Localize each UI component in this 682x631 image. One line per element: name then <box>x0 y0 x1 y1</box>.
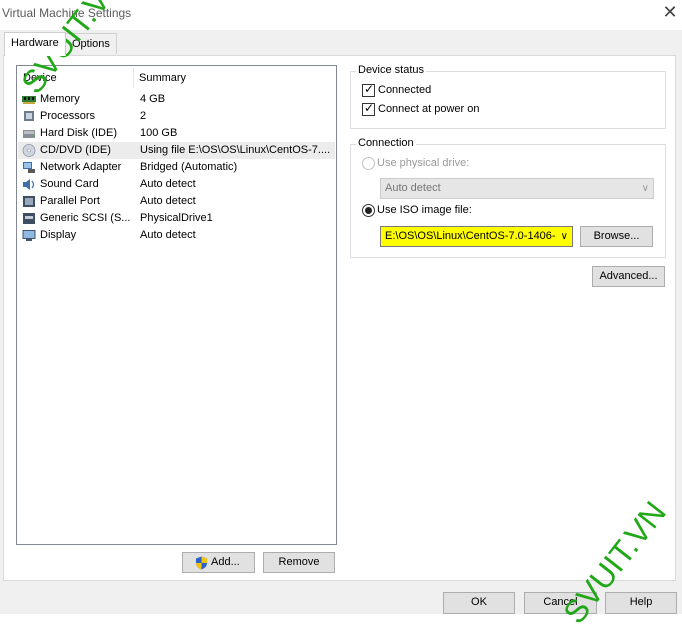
device-summary: 100 GB <box>140 127 178 139</box>
device-row-display[interactable]: Display Auto detect <box>18 227 335 244</box>
device-name: Generic SCSI (S... <box>40 212 131 224</box>
memory-icon <box>22 96 36 104</box>
device-name: CD/DVD (IDE) <box>40 144 111 156</box>
close-icon[interactable]: ✕ <box>660 2 680 22</box>
device-summary: Auto detect <box>140 195 196 207</box>
physical-drive-label[interactable]: Use physical drive: <box>377 157 469 169</box>
device-row-processors[interactable]: Processors 2 <box>18 108 335 125</box>
device-status-label: Device status <box>356 64 427 76</box>
device-summary: 4 GB <box>140 93 166 105</box>
device-summary: Using file E:\OS\OS\Linux\CentOS-7.... <box>140 144 331 156</box>
iso-path-value: E:\OS\OS\Linux\CentOS-7.0-1406- <box>385 230 556 242</box>
add-button[interactable]: Add... <box>182 552 255 573</box>
iso-image-radio[interactable] <box>362 204 375 217</box>
device-summary: Bridged (Automatic) <box>140 161 238 173</box>
scsi-icon <box>23 213 35 224</box>
chevron-down-icon: ∨ <box>641 183 649 194</box>
device-name: Sound Card <box>40 178 99 190</box>
ok-button[interactable]: OK <box>443 592 515 614</box>
connected-checkbox[interactable] <box>362 82 375 97</box>
device-row-network-adapter[interactable]: Network Adapter Bridged (Automatic) <box>18 159 335 176</box>
physical-drive-radio[interactable] <box>362 157 375 170</box>
cd-dvd-icon <box>22 144 36 157</box>
connection-label: Connection <box>356 137 416 149</box>
device-name: Processors <box>40 110 96 122</box>
iso-path-input[interactable]: E:\OS\OS\Linux\CentOS-7.0-1406- ∨ <box>380 226 573 247</box>
device-summary: Auto detect <box>140 229 196 241</box>
processor-icon <box>24 111 34 121</box>
device-name: Parallel Port <box>40 195 100 207</box>
device-row-parallel-port[interactable]: Parallel Port Auto detect <box>18 193 335 210</box>
device-summary: PhysicalDrive1 <box>140 212 213 224</box>
tab-hardware[interactable]: Hardware <box>4 32 66 56</box>
device-row-generic-scsi[interactable]: Generic SCSI (S... PhysicalDrive1 <box>18 210 335 227</box>
parallel-port-icon <box>23 196 35 207</box>
display-icon <box>22 230 36 241</box>
chevron-down-icon[interactable]: ∨ <box>558 227 568 246</box>
device-summary: Auto detect <box>140 178 196 190</box>
add-button-label: Add... <box>211 556 240 568</box>
connect-power-on-label[interactable]: Connect at power on <box>378 103 480 115</box>
physical-drive-value: Auto detect <box>385 182 441 194</box>
sound-card-icon <box>23 179 35 190</box>
device-name: Hard Disk (IDE) <box>40 127 118 139</box>
column-header-summary[interactable]: Summary <box>139 67 186 89</box>
connect-power-on-checkbox[interactable] <box>362 101 375 116</box>
device-row-cd-dvd[interactable]: CD/DVD (IDE) Using file E:\OS\OS\Linux\C… <box>18 142 335 159</box>
shield-icon <box>196 556 207 570</box>
help-button[interactable]: Help <box>605 592 677 614</box>
network-adapter-icon <box>23 162 35 173</box>
column-separator[interactable] <box>133 68 134 88</box>
hard-disk-icon <box>23 130 35 138</box>
remove-button[interactable]: Remove <box>263 552 335 573</box>
iso-image-label[interactable]: Use ISO image file: <box>377 204 472 216</box>
device-row-sound-card[interactable]: Sound Card Auto detect <box>18 176 335 193</box>
browse-button[interactable]: Browse... <box>580 226 653 247</box>
device-status-group <box>350 71 666 129</box>
device-row-hard-disk[interactable]: Hard Disk (IDE) 100 GB <box>18 125 335 142</box>
connected-label[interactable]: Connected <box>378 84 431 96</box>
physical-drive-select[interactable]: Auto detect ∨ <box>380 178 654 199</box>
device-summary: 2 <box>140 110 147 122</box>
device-list[interactable]: Device Summary Memory 4 GB Processors 2 … <box>16 65 337 545</box>
advanced-button[interactable]: Advanced... <box>592 266 665 287</box>
device-name: Display <box>40 229 77 241</box>
device-row-memory[interactable]: Memory 4 GB <box>18 91 335 108</box>
device-name: Network Adapter <box>40 161 122 173</box>
